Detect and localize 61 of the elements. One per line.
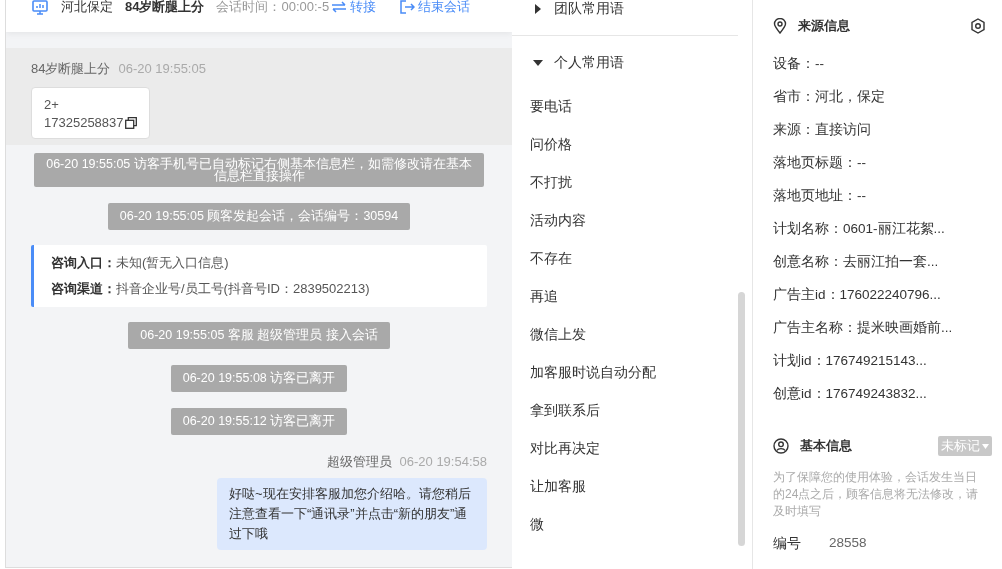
- sender-name: 超级管理员: [326, 453, 392, 471]
- caret-down-icon: [533, 58, 543, 68]
- caret-right-icon: [533, 4, 543, 14]
- session-time: 会话时间：00:00:-5: [216, 0, 330, 16]
- source-field: 省市：河北，保定: [773, 88, 986, 106]
- message-bubble: 好哒~现在安排客服加您介绍哈。请您稍后注意查看一下“通讯录”并点击“新的朋友”通过下哦: [217, 478, 487, 550]
- source-field: 落地页标题：--: [773, 154, 986, 172]
- source-field: 落地页地址：--: [773, 187, 986, 205]
- message-text: 2+: [44, 96, 59, 114]
- location-text: 河北保定: [61, 0, 113, 16]
- source-field: 创意名称：去丽江拍一套...: [773, 253, 986, 271]
- phrase-item[interactable]: 微信上发: [530, 326, 752, 364]
- info-value: 未知(暂无入口信息): [116, 255, 229, 270]
- source-field: 计划名称：0601-丽江花絮...: [773, 220, 986, 238]
- source-field: 创意id：176749243832...: [773, 385, 986, 403]
- visitor-name: 84岁断腿上分: [125, 0, 205, 16]
- monitor-icon: [32, 0, 48, 15]
- source-field: 来源：直接访问: [773, 121, 986, 139]
- field-label: 编号: [773, 535, 801, 553]
- system-notice: 06-20 19:55:05 客服 超级管理员 接入会话: [128, 322, 390, 349]
- phrase-item[interactable]: 微: [530, 516, 752, 554]
- info-value: 抖音企业号/员工号(抖音号ID：2839502213): [116, 281, 370, 296]
- system-notice: 06-20 19:55:08 访客已离开: [170, 365, 348, 392]
- settings-icon[interactable]: [970, 18, 986, 34]
- field-value: 28558: [829, 535, 867, 552]
- swap-icon: [331, 1, 348, 13]
- location-pin-icon: [773, 18, 787, 34]
- phrase-item[interactable]: 加客服时说自动分配: [530, 364, 752, 402]
- info-label: 咨询渠道：: [51, 281, 116, 296]
- info-label: 咨询入口：: [51, 255, 116, 270]
- phrase-item[interactable]: 不存在: [530, 250, 752, 288]
- phrase-item[interactable]: 让加客服: [530, 478, 752, 516]
- scrollbar[interactable]: [738, 292, 745, 546]
- section-title: 基本信息: [800, 437, 852, 455]
- system-notice: 06-20 19:55:05 访客手机号已自动标记右侧基本信息栏，如需修改请在基本信息栏直接操作: [34, 153, 484, 187]
- phrase-item[interactable]: 对比再决定: [530, 440, 752, 478]
- caret-down-icon: [982, 443, 989, 449]
- message-time: 06-20 19:54:58: [399, 454, 487, 469]
- system-notice: 06-20 19:55:05 顾客发起会话，会话编号：30594: [107, 203, 411, 230]
- phrase-item[interactable]: 问价格: [530, 136, 752, 174]
- message-time: 06-20 19:55:05: [118, 61, 206, 76]
- user-icon: [773, 438, 789, 454]
- phrase-group-header[interactable]: 个人常用语: [512, 35, 738, 72]
- copy-icon: [124, 117, 137, 129]
- section-title: 来源信息: [798, 17, 850, 35]
- phrase-group-header[interactable]: 团队常用语: [512, 0, 752, 18]
- source-field: 广告主id：176022240796...: [773, 286, 986, 304]
- exit-icon: [400, 0, 416, 14]
- source-field: 计划id：176749215143...: [773, 352, 986, 370]
- source-field: 广告主名称：提米映画婚前...: [773, 319, 986, 337]
- phrase-item[interactable]: 不打扰: [530, 174, 752, 212]
- source-field: 设备：--: [773, 55, 986, 73]
- phrase-item[interactable]: 拿到联系后: [530, 402, 752, 440]
- system-notice: 06-20 19:55:12 访客已离开: [170, 408, 348, 435]
- phrase-item[interactable]: 活动内容: [530, 212, 752, 250]
- phrase-item[interactable]: 再追: [530, 288, 752, 326]
- hint-text: 为了保障您的使用体验，会话发生当日的24点之后，顾客信息将无法修改，请及时填写: [773, 469, 980, 520]
- message-text: 17325258837: [44, 114, 124, 132]
- sender-name: 84岁断腿上分: [31, 60, 111, 78]
- transfer-button[interactable]: 转接: [331, 0, 377, 16]
- phrase-item[interactable]: 要电话: [530, 98, 752, 136]
